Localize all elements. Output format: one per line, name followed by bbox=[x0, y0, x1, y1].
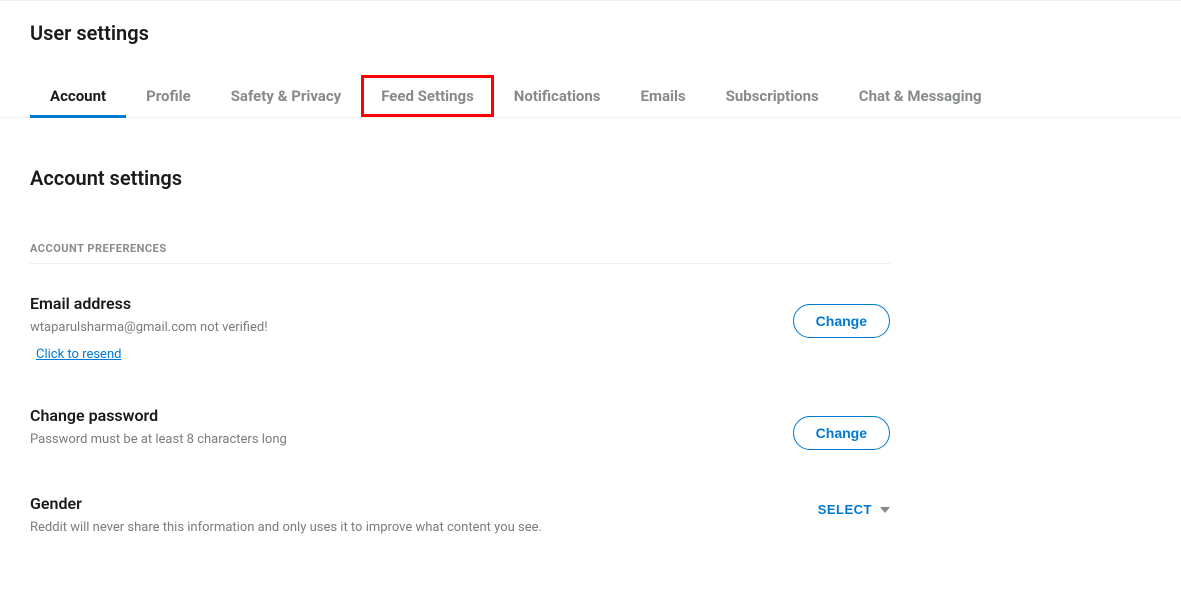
tabs-container: Account Profile Safety & Privacy Feed Se… bbox=[0, 75, 1181, 118]
gender-title: Gender bbox=[30, 494, 818, 513]
setting-password: Change password Password must be at leas… bbox=[30, 406, 890, 450]
password-description: Password must be at least 8 characters l… bbox=[30, 431, 793, 449]
tab-account[interactable]: Account bbox=[30, 75, 126, 117]
tab-emails[interactable]: Emails bbox=[621, 75, 706, 117]
gender-select-label: SELECT bbox=[818, 502, 872, 517]
email-description: wtaparulsharma@gmail.com not verified! bbox=[30, 319, 793, 337]
tab-subscriptions[interactable]: Subscriptions bbox=[706, 75, 839, 117]
section-title: Account settings bbox=[30, 166, 890, 190]
chevron-down-icon bbox=[880, 507, 890, 513]
setting-email: Email address wtaparulsharma@gmail.com n… bbox=[30, 294, 890, 362]
setting-gender: Gender Reddit will never share this info… bbox=[30, 494, 890, 537]
resend-link[interactable]: Click to resend bbox=[36, 347, 121, 362]
tab-safety-privacy[interactable]: Safety & Privacy bbox=[211, 75, 362, 117]
tab-profile[interactable]: Profile bbox=[126, 75, 211, 117]
gender-select-button[interactable]: SELECT bbox=[818, 502, 890, 517]
gender-description: Reddit will never share this information… bbox=[30, 519, 818, 537]
section-label-account-preferences: ACCOUNT PREFERENCES bbox=[30, 242, 890, 264]
email-title: Email address bbox=[30, 294, 793, 313]
tab-chat-messaging[interactable]: Chat & Messaging bbox=[839, 75, 1002, 117]
tab-feed-settings[interactable]: Feed Settings bbox=[361, 75, 494, 117]
change-email-button[interactable]: Change bbox=[793, 304, 890, 338]
page-title: User settings bbox=[30, 21, 1151, 45]
tab-notifications[interactable]: Notifications bbox=[494, 75, 621, 117]
change-password-button[interactable]: Change bbox=[793, 416, 890, 450]
password-title: Change password bbox=[30, 406, 793, 425]
